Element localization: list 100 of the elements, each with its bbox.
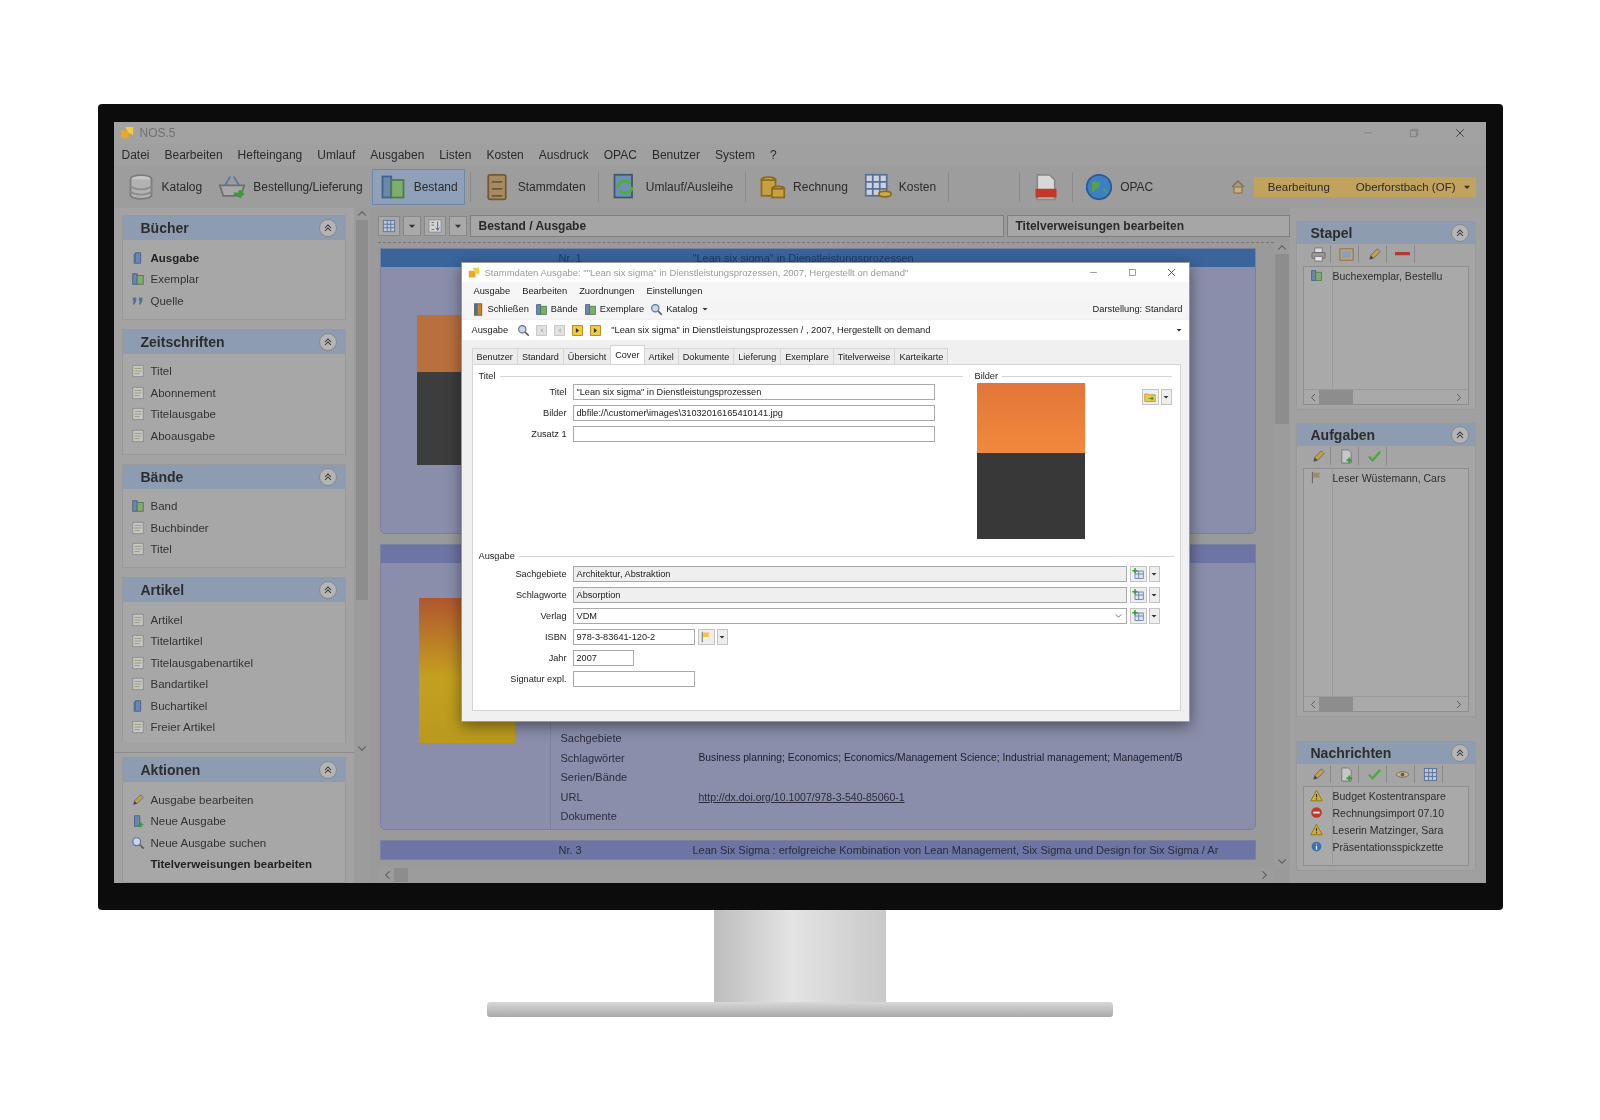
sidebar-item[interactable]: Ausgabe bearbeiten bbox=[128, 789, 341, 811]
sidebar-item[interactable]: Freier Artikel bbox=[128, 716, 341, 738]
dropdown-button[interactable] bbox=[716, 628, 728, 645]
collapse-button[interactable] bbox=[318, 467, 337, 486]
dropdown-field[interactable]: VDM bbox=[572, 607, 1127, 624]
collapse-button[interactable] bbox=[318, 581, 337, 599]
record-selector[interactable]: "Lean six sigma" in Dienstleistungsprozessen / , 2007, Hergestellt on demand bbox=[611, 325, 1170, 335]
sidebar-item[interactable]: Titelverweisungen bearbeiten bbox=[128, 853, 341, 875]
menu-item[interactable]: Ausgaben bbox=[370, 148, 425, 162]
sidebar-item[interactable]: Quelle bbox=[128, 290, 341, 312]
dropdown-button[interactable] bbox=[1148, 565, 1160, 582]
scroll-thumb[interactable] bbox=[1318, 697, 1353, 711]
list-row[interactable]: Buchexemplar, Bestellu bbox=[1303, 267, 1468, 284]
toolbar-button[interactable]: Katalog bbox=[650, 302, 709, 316]
dropdown-button[interactable] bbox=[1148, 607, 1160, 624]
panel-title: Bände bbox=[140, 468, 184, 485]
sidebar-item[interactable]: Ausgabe bbox=[128, 247, 341, 269]
list-row[interactable]: Leserin Matzinger, Sara bbox=[1303, 821, 1468, 838]
location-dropdown[interactable]: Oberforstbach (OF) bbox=[1343, 177, 1476, 197]
grid-view-button[interactable] bbox=[377, 216, 400, 236]
collapse-button[interactable] bbox=[1450, 744, 1469, 762]
menu-item[interactable]: Einstellungen bbox=[646, 285, 703, 296]
menu-item[interactable]: Ausgabe bbox=[473, 285, 511, 296]
list-row[interactable]: Präsentationsspickzette bbox=[1303, 838, 1468, 855]
next-record-button[interactable] bbox=[571, 323, 585, 337]
tab[interactable]: Übersicht bbox=[562, 348, 612, 364]
sidebar-item[interactable]: Neue Ausgabe suchen bbox=[128, 832, 341, 854]
list-row[interactable]: Leser Wüstemann, Cars bbox=[1303, 469, 1468, 486]
collapse-button[interactable] bbox=[1450, 426, 1469, 444]
toolbar-button[interactable]: OPAC bbox=[1078, 169, 1161, 205]
input-field[interactable]: dbfile://\customer\images\31032016165410141.jpg bbox=[572, 404, 935, 421]
sidebar-item[interactable]: Titelausgabe bbox=[128, 403, 341, 425]
toolbar-button[interactable]: Stammdaten bbox=[475, 169, 593, 205]
tab[interactable]: Cover bbox=[610, 345, 645, 364]
sidebar-item[interactable]: Titelausgabenartikel bbox=[128, 652, 341, 674]
sidebar-item[interactable]: Exemplar bbox=[128, 268, 341, 290]
input-field[interactable]: Absorption bbox=[572, 586, 1127, 603]
menu-item[interactable]: OPAC bbox=[603, 148, 637, 162]
sidebar-item[interactable]: Abonnement bbox=[128, 382, 341, 404]
menu-item[interactable]: System bbox=[714, 148, 755, 162]
menu-item[interactable]: Datei bbox=[121, 148, 150, 162]
menu-item[interactable]: ? bbox=[769, 148, 777, 162]
menu-item[interactable]: Zuordnungen bbox=[579, 285, 635, 296]
menu-item[interactable]: Hefteingang bbox=[237, 148, 303, 162]
sidebar-item[interactable]: Buchartikel bbox=[128, 695, 341, 717]
flag-icon bbox=[1309, 471, 1323, 484]
sort-button[interactable] bbox=[423, 216, 446, 236]
list-row[interactable]: Budget Kostentranspare bbox=[1303, 787, 1468, 804]
toolbar-button[interactable]: Rechnung bbox=[751, 169, 855, 205]
list-row[interactable]: Rechnungsimport 07.10 bbox=[1303, 804, 1468, 821]
tab[interactable]: Exemplare bbox=[780, 348, 834, 364]
collapse-button[interactable] bbox=[1450, 224, 1469, 242]
toolbar-button[interactable]: Bestellung/Lieferung bbox=[211, 169, 370, 205]
menu-item[interactable]: Kosten bbox=[486, 148, 524, 162]
input-field[interactable] bbox=[572, 670, 695, 687]
sidebar-item[interactable]: Aboausgabe bbox=[128, 425, 341, 447]
last-record-button[interactable] bbox=[589, 323, 603, 337]
sidebar-item[interactable]: Band bbox=[128, 495, 341, 517]
sidebar-item[interactable]: Titelartikel bbox=[128, 630, 341, 652]
dropdown-button[interactable] bbox=[1148, 586, 1160, 603]
scroll-thumb[interactable] bbox=[393, 868, 408, 882]
table-add-icon bbox=[1132, 567, 1144, 580]
toolbar-button[interactable]: Katalog bbox=[119, 169, 210, 205]
dropdown-button[interactable] bbox=[1160, 389, 1172, 405]
tab[interactable]: Standard bbox=[516, 348, 564, 364]
tab[interactable]: Karteikarte bbox=[894, 348, 949, 364]
tab[interactable]: Lieferung bbox=[733, 348, 782, 364]
sidebar-item[interactable]: Buchbinder bbox=[128, 517, 341, 539]
menu-item[interactable]: Ausdruck bbox=[538, 148, 589, 162]
toolbar-button[interactable]: Bestand bbox=[371, 169, 465, 205]
tab[interactable]: Dokumente bbox=[677, 348, 735, 364]
tab[interactable]: Titelverweise bbox=[832, 348, 896, 364]
collapse-button[interactable] bbox=[318, 219, 337, 237]
toolbar-button[interactable]: Kosten bbox=[856, 169, 944, 205]
tab[interactable]: Benutzer bbox=[471, 348, 518, 364]
input-field[interactable]: 2007 bbox=[572, 649, 634, 666]
input-field[interactable]: "Lean six sigma" in Dienstleistungsprozessen bbox=[572, 383, 935, 400]
sidebar-item[interactable]: Titel bbox=[128, 360, 341, 382]
menu-item[interactable]: Bearbeiten bbox=[522, 285, 568, 296]
url-link[interactable]: http://dx.doi.org/10.1007/978-3-540-85060-1 bbox=[698, 790, 905, 803]
toolbar-button[interactable]: Exemplare bbox=[583, 302, 645, 316]
toolbar-button[interactable]: Schließen bbox=[471, 302, 529, 316]
sidebar-item[interactable]: Artikel bbox=[128, 609, 341, 631]
input-field[interactable] bbox=[572, 425, 935, 442]
menu-item[interactable]: Umlauf bbox=[317, 148, 356, 162]
sidebar-item[interactable]: Bandartikel bbox=[128, 673, 341, 695]
menu-item[interactable]: Benutzer bbox=[651, 148, 700, 162]
search-button[interactable] bbox=[517, 323, 531, 337]
tab[interactable]: Artikel bbox=[643, 348, 679, 364]
menu-item[interactable]: Listen bbox=[439, 148, 472, 162]
sidebar-item[interactable]: Neue Ausgabe bbox=[128, 810, 341, 832]
input-field[interactable]: Architektur, Abstraktion bbox=[572, 565, 1127, 582]
sidebar-item[interactable]: Titel bbox=[128, 538, 341, 560]
toolbar-button[interactable]: Bände bbox=[534, 302, 578, 316]
input-field[interactable]: 978-3-83641-120-2 bbox=[572, 628, 695, 645]
collapse-button[interactable] bbox=[318, 332, 337, 351]
collapse-button[interactable] bbox=[318, 761, 337, 779]
toolbar-button[interactable]: Umlauf/Ausleihe bbox=[603, 169, 741, 205]
scroll-thumb[interactable] bbox=[1318, 390, 1353, 404]
menu-item[interactable]: Bearbeiten bbox=[164, 148, 223, 162]
